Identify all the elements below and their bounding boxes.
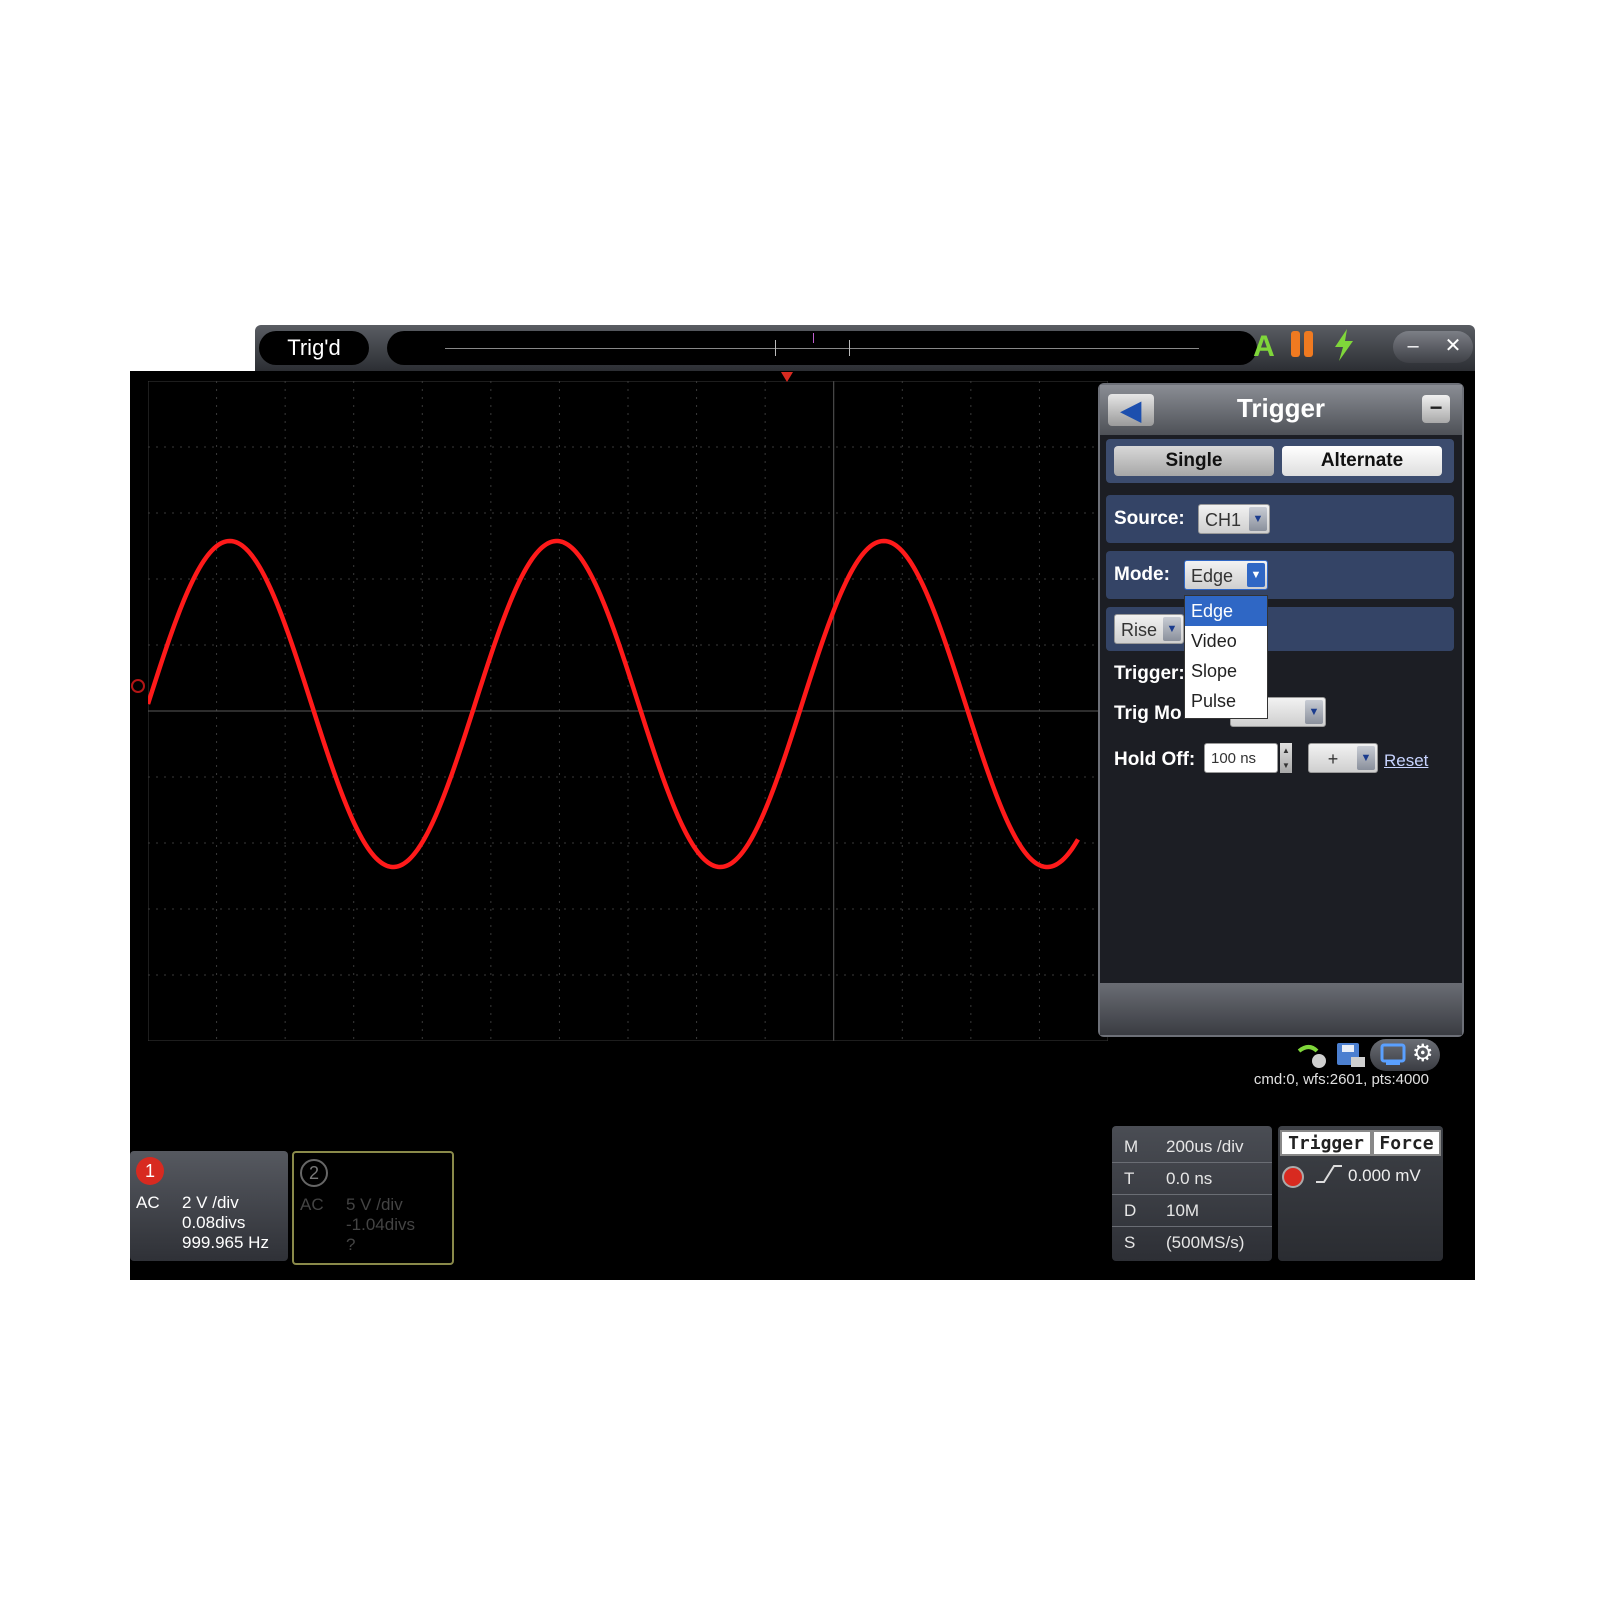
scope-screen: ◀ Trigger − Single Alternate Source: CH1… <box>130 371 1475 1280</box>
channel-1-coupling: AC <box>136 1193 160 1212</box>
trigger-level-value: 0.000 mV <box>1348 1166 1421 1185</box>
mode-label: Mode: <box>1114 564 1170 585</box>
holdoff-step-value: + <box>1327 749 1339 769</box>
trigger-panel-footer <box>1100 983 1462 1035</box>
oscilloscope-app: Trig'd A – ✕ ◀ Trigger − Single Alternat… <box>130 325 1475 1280</box>
source-label: Source: <box>1114 508 1185 529</box>
trigger-panel-header: ◀ Trigger − <box>1100 385 1462 435</box>
channel-2-volts: 5 V /div <box>346 1195 403 1214</box>
sample-rate-value: (500MS/s) <box>1166 1233 1245 1252</box>
channel-2-badge: 2 <box>300 1159 328 1187</box>
channel-1-volts: 2 V /div <box>182 1193 239 1212</box>
mode-value: Edge <box>1191 566 1234 586</box>
display-settings-group: ⚙ <box>1370 1039 1440 1071</box>
channel-1-frequency: 999.965 Hz <box>182 1233 269 1252</box>
holdoff-spinner[interactable]: ▲ ▼ <box>1280 743 1292 773</box>
source-select[interactable]: CH1 ▼ <box>1198 504 1270 534</box>
trig-mode-label: Trig Mo <box>1114 703 1182 724</box>
holdoff-value: 100 ns <box>1211 750 1257 767</box>
timeline-window-right <box>849 340 850 356</box>
lightning-icon[interactable] <box>1327 329 1361 365</box>
timeline-track <box>445 348 1199 349</box>
trigger-status-box: Trigger Force 0.000 mV <box>1278 1126 1443 1261</box>
reset-link[interactable]: Reset <box>1384 751 1428 771</box>
slope-value: Rise <box>1121 620 1158 640</box>
chevron-down-icon: ▼ <box>1249 507 1267 531</box>
trigger-status: Trig'd <box>259 331 369 365</box>
mode-dropdown-list: Edge Video Slope Pulse <box>1184 595 1268 719</box>
ch1-waveform <box>148 538 1080 870</box>
channel-2-offset: -1.04divs <box>346 1215 415 1234</box>
display-icon[interactable] <box>1380 1043 1406 1067</box>
channel-1-info[interactable]: 1 AC 2 V /div 0.08divs 999.965 Hz <box>130 1151 288 1261</box>
top-toolbar: Trig'd A – ✕ <box>255 325 1475 371</box>
rising-edge-icon <box>1314 1162 1344 1192</box>
memory-timeline[interactable] <box>387 331 1257 365</box>
mode-option-slope[interactable]: Slope <box>1185 656 1267 686</box>
sample-rate-row: S (500MS/s) <box>1112 1226 1272 1258</box>
channel-2-frequency: ? <box>346 1235 356 1254</box>
trigger-position-marker[interactable] <box>780 371 794 385</box>
trigger-time-row: T 0.0 ns <box>1112 1162 1272 1195</box>
trigger-panel: ◀ Trigger − Single Alternate Source: CH1… <box>1098 383 1464 1037</box>
chevron-down-icon: ▼ <box>1305 700 1323 724</box>
source-row: Source: CH1 ▼ <box>1106 495 1454 543</box>
trigger-time-key: T <box>1124 1169 1135 1188</box>
channel-2-coupling: AC <box>300 1195 324 1214</box>
holdoff-input[interactable]: 100 ns <box>1204 743 1278 773</box>
mode-option-pulse[interactable]: Pulse <box>1185 686 1267 716</box>
sample-rate-key: S <box>1124 1233 1136 1252</box>
slope-row: Rise ▼ <box>1106 607 1454 651</box>
timeline-trigger-marker[interactable] <box>813 333 814 343</box>
mode-option-edge[interactable]: Edge <box>1185 596 1267 626</box>
holdoff-step-select[interactable]: + ▼ <box>1308 743 1378 773</box>
timebase-value: 200us /div <box>1166 1137 1244 1156</box>
depth-row: D 10M <box>1112 1194 1272 1227</box>
chevron-down-icon: ▼ <box>1247 563 1265 587</box>
depth-value: 10M <box>1166 1201 1200 1220</box>
holdoff-label: Hold Off: <box>1114 749 1196 770</box>
acquisition-status: cmd:0, wfs:2601, pts:4000 <box>1253 1071 1429 1088</box>
source-value: CH1 <box>1205 510 1242 530</box>
auto-set-icon[interactable]: A <box>1247 329 1281 365</box>
channel-2-info[interactable]: 2 AC 5 V /div -1.04divs ? <box>292 1151 454 1265</box>
ch1-ground-marker[interactable] <box>130 671 150 701</box>
depth-key: D <box>1124 1201 1137 1220</box>
slope-select[interactable]: Rise ▼ <box>1114 614 1184 644</box>
timebase-info[interactable]: M 200us /div T 0.0 ns D 10M S (500MS/s) <box>1112 1126 1272 1261</box>
chevron-down-icon: ▼ <box>1357 746 1375 770</box>
mode-row: Mode: Edge ▼ <box>1106 551 1454 599</box>
mode-select[interactable]: Edge ▼ <box>1184 560 1268 590</box>
channel-1-offset: 0.08divs <box>182 1213 246 1232</box>
timeline-window-left <box>775 340 776 356</box>
panel-minimize-button[interactable]: − <box>1422 395 1450 423</box>
trigger-button[interactable]: Trigger <box>1280 1130 1372 1156</box>
window-controls: – ✕ <box>1393 331 1473 363</box>
trigger-panel-title: Trigger <box>1236 393 1326 423</box>
chevron-down-icon: ▼ <box>1163 617 1181 641</box>
close-button[interactable]: ✕ <box>1433 331 1473 363</box>
timebase-key: M <box>1124 1137 1139 1156</box>
waveform-display[interactable] <box>147 380 1109 1042</box>
tab-single[interactable]: Single <box>1114 446 1274 476</box>
trigger-coupling-label: Trigger: <box>1114 663 1185 684</box>
minimize-button[interactable]: – <box>1393 331 1433 363</box>
tab-alternate[interactable]: Alternate <box>1282 446 1442 476</box>
trigger-type-tabs: Single Alternate <box>1106 439 1454 483</box>
channel-1-badge: 1 <box>136 1157 164 1185</box>
pause-icon[interactable] <box>1285 329 1319 365</box>
mode-option-video[interactable]: Video <box>1185 626 1267 656</box>
trigger-time-value: 0.0 ns <box>1166 1169 1213 1188</box>
force-button[interactable]: Force <box>1372 1130 1441 1156</box>
gear-icon[interactable]: ⚙ <box>1412 1039 1434 1068</box>
trigger-channel-icon <box>1282 1166 1304 1188</box>
timebase-row: M 200us /div <box>1112 1130 1272 1163</box>
